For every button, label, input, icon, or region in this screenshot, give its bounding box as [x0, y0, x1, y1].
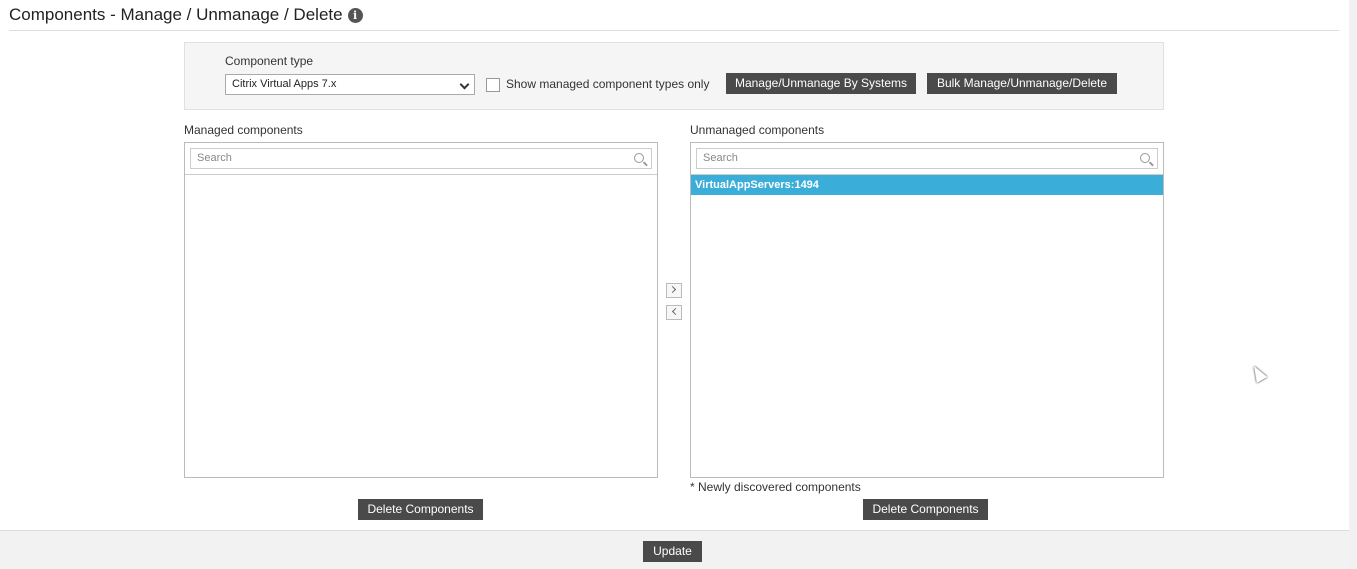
page-title: Components - Manage / Unmanage / Delete …	[9, 5, 363, 25]
delete-unmanaged-button[interactable]: Delete Components	[863, 499, 988, 520]
manage-by-systems-button[interactable]: Manage/Unmanage By Systems	[726, 73, 916, 94]
move-right-button[interactable]	[666, 283, 682, 298]
managed-search-bar: Search	[185, 143, 657, 175]
component-type-select[interactable]: Citrix Virtual Apps 7.x	[225, 74, 475, 95]
filter-panel: Component type Citrix Virtual Apps 7.x S…	[184, 42, 1164, 110]
mouse-cursor-icon	[1248, 363, 1268, 383]
search-icon[interactable]	[1140, 153, 1150, 163]
chevron-down-icon	[459, 79, 470, 90]
unmanaged-search-input[interactable]: Search	[696, 148, 1158, 169]
delete-managed-button[interactable]: Delete Components	[358, 499, 483, 520]
title-divider	[9, 30, 1339, 31]
show-managed-label[interactable]: Show managed component types only	[506, 77, 709, 91]
newly-discovered-note: * Newly discovered components	[690, 480, 861, 494]
chevron-right-icon	[668, 285, 677, 294]
page-scrollbar[interactable]	[1349, 0, 1357, 569]
footer-bar: Update	[0, 530, 1349, 569]
component-type-value: Citrix Virtual Apps 7.x	[232, 78, 337, 90]
managed-search-input[interactable]: Search	[190, 148, 652, 169]
chevron-left-icon	[671, 307, 680, 316]
component-type-label: Component type	[225, 54, 314, 68]
unmanaged-components-label: Unmanaged components	[690, 123, 825, 137]
show-managed-checkbox[interactable]	[486, 78, 500, 92]
update-button[interactable]: Update	[643, 541, 702, 562]
info-icon[interactable]: i	[347, 7, 363, 23]
unmanaged-components-list[interactable]: Search VirtualAppServers:1494	[690, 142, 1164, 478]
list-item[interactable]: VirtualAppServers:1494	[691, 175, 1163, 195]
bulk-manage-button[interactable]: Bulk Manage/Unmanage/Delete	[927, 73, 1117, 94]
search-icon[interactable]	[634, 153, 644, 163]
managed-components-label: Managed components	[184, 123, 303, 137]
move-left-button[interactable]	[666, 305, 682, 320]
page-title-text: Components - Manage / Unmanage / Delete	[9, 5, 343, 24]
unmanaged-search-bar: Search	[691, 143, 1163, 175]
managed-components-list[interactable]: Search	[184, 142, 658, 478]
